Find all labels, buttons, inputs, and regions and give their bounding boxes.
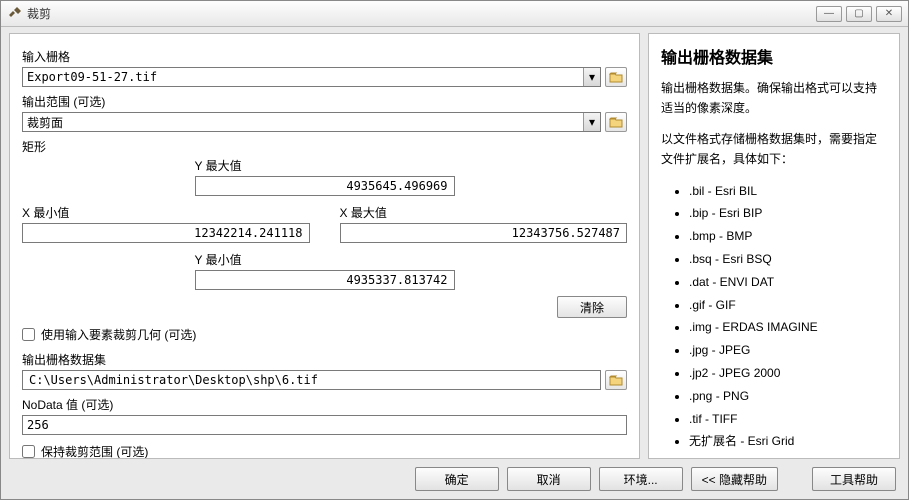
window-title: 裁剪 (27, 5, 816, 22)
ymin-input[interactable] (195, 270, 455, 290)
clear-extent-button[interactable]: 清除 (557, 296, 627, 318)
output-raster-input[interactable]: C:\Users\Administrator\Desktop\shp\6.tif (22, 370, 601, 390)
list-item: .bil - Esri BIL (689, 180, 887, 203)
output-raster-label: 输出栅格数据集 (22, 351, 627, 368)
parameters-panel: 输入栅格 ▾ 输出范围 (可选) ▾ (9, 33, 640, 459)
window-controls: — ▢ ✕ (816, 6, 902, 22)
output-extent-label: 输出范围 (可选) (22, 93, 627, 110)
environments-button[interactable]: 环境... (599, 467, 683, 491)
maintain-extent-checkbox-row[interactable]: 保持裁剪范围 (可选) (22, 443, 627, 459)
output-extent-combo[interactable] (22, 112, 601, 132)
list-item: .bmp - BMP (689, 225, 887, 248)
use-features-checkbox-row[interactable]: 使用输入要素裁剪几何 (可选) (22, 326, 627, 343)
browse-input-raster-button[interactable] (605, 67, 627, 87)
maintain-extent-label: 保持裁剪范围 (可选) (41, 443, 148, 459)
help-format-list: .bil - Esri BIL .bip - Esri BIP .bmp - B… (689, 180, 887, 454)
output-extent-combo-wrap: ▾ (22, 112, 601, 132)
dialog-body: 输入栅格 ▾ 输出范围 (可选) ▾ (1, 27, 908, 459)
list-item: 无扩展名 - Esri Grid (689, 430, 887, 453)
maintain-extent-checkbox[interactable] (22, 445, 35, 458)
list-item: .tif - TIFF (689, 408, 887, 431)
ymin-label: Y 最小值 (195, 251, 455, 268)
xmax-label: X 最大值 (340, 204, 628, 221)
input-raster-combo[interactable] (22, 67, 601, 87)
list-item: .bsq - Esri BSQ (689, 248, 887, 271)
help-paragraph-1: 输出栅格数据集。确保输出格式可以支持适当的像素深度。 (661, 78, 887, 119)
minimize-button[interactable]: — (816, 6, 842, 22)
dialog-window: 裁剪 — ▢ ✕ 输入栅格 ▾ 输出范围 (可选) (0, 0, 909, 500)
close-button[interactable]: ✕ (876, 6, 902, 22)
use-features-checkbox[interactable] (22, 328, 35, 341)
nodata-label: NoData 值 (可选) (22, 396, 627, 413)
tool-help-button[interactable]: 工具帮助 (812, 467, 896, 491)
input-raster-combo-wrap: ▾ (22, 67, 601, 87)
dialog-footer: 确定 取消 环境... << 隐藏帮助 工具帮助 (1, 459, 908, 499)
ymax-label: Y 最大值 (195, 157, 455, 174)
titlebar: 裁剪 — ▢ ✕ (1, 1, 908, 27)
list-item: .jpg - JPEG (689, 339, 887, 362)
rectangle-label: 矩形 (22, 138, 627, 155)
list-item: .dat - ENVI DAT (689, 271, 887, 294)
xmin-label: X 最小值 (22, 204, 310, 221)
list-item: .png - PNG (689, 385, 887, 408)
ymax-input[interactable] (195, 176, 455, 196)
help-heading: 输出栅格数据集 (661, 44, 887, 68)
list-item: .gif - GIF (689, 294, 887, 317)
ok-button[interactable]: 确定 (415, 467, 499, 491)
input-raster-label: 输入栅格 (22, 48, 627, 65)
rectangle-extent: 矩形 Y 最大值 X 最小值 X 最大值 (22, 138, 627, 318)
use-features-label: 使用输入要素裁剪几何 (可选) (41, 326, 196, 343)
help-paragraph-2: 以文件格式存储栅格数据集时，需要指定文件扩展名，具体如下： (661, 129, 887, 170)
list-item: .bip - Esri BIP (689, 202, 887, 225)
hide-help-button[interactable]: << 隐藏帮助 (691, 467, 778, 491)
hammer-icon (7, 7, 21, 21)
cancel-button[interactable]: 取消 (507, 467, 591, 491)
help-panel: 输出栅格数据集 输出栅格数据集。确保输出格式可以支持适当的像素深度。 以文件格式… (648, 33, 900, 459)
xmin-input[interactable] (22, 223, 310, 243)
list-item: .jp2 - JPEG 2000 (689, 362, 887, 385)
maximize-button[interactable]: ▢ (846, 6, 872, 22)
browse-output-raster-button[interactable] (605, 370, 627, 390)
nodata-input[interactable] (22, 415, 627, 435)
list-item: .img - ERDAS IMAGINE (689, 316, 887, 339)
browse-output-extent-button[interactable] (605, 112, 627, 132)
xmax-input[interactable] (340, 223, 628, 243)
